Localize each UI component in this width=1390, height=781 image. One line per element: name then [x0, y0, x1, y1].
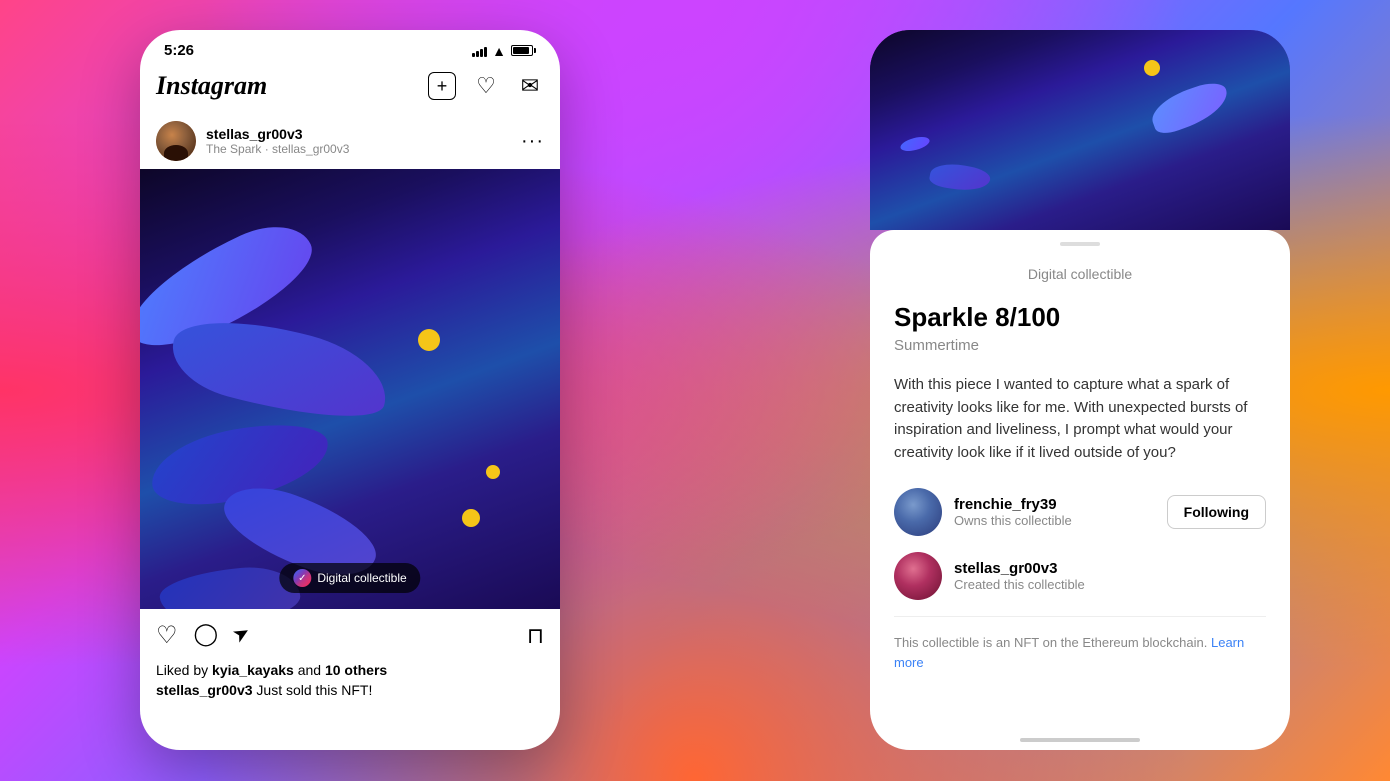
owner-avatar[interactable]: [894, 488, 942, 536]
left-phone: 5:26 ▲ Instagram + ♡ ✉: [140, 30, 560, 750]
detail-sheet: Digital collectible Sparkle 8/100 Summer…: [870, 230, 1290, 750]
post-username[interactable]: stellas_gr00v3: [206, 126, 511, 142]
post-subtitle: The Spark · stellas_gr00v3: [206, 142, 511, 156]
status-time: 5:26: [164, 42, 194, 59]
post-more-button[interactable]: ···: [521, 130, 544, 153]
following-button[interactable]: Following: [1167, 495, 1266, 529]
instagram-logo: Instagram: [156, 71, 267, 101]
right-phone: Digital collectible Sparkle 8/100 Summer…: [870, 30, 1290, 750]
status-icons: ▲: [472, 43, 536, 59]
detail-yellow-dot: [1144, 60, 1160, 76]
creator-row: stellas_gr00v3 Created this collectible: [894, 552, 1266, 600]
creator-role: Created this collectible: [954, 577, 1266, 592]
signal-icon: [472, 45, 487, 57]
messenger-icon[interactable]: ✉: [516, 72, 544, 100]
likes-count[interactable]: 10 others: [325, 662, 387, 678]
owner-info: frenchie_fry39 Owns this collectible: [954, 496, 1155, 528]
post-caption: Liked by kyia_kayaks and 10 others stell…: [140, 662, 560, 714]
signal-bar-3: [480, 49, 483, 57]
owner-role: Owns this collectible: [954, 513, 1155, 528]
sheet-handle: [1060, 242, 1100, 246]
instagram-header: Instagram + ♡ ✉: [140, 63, 560, 113]
caption-text: stellas_gr00v3 Just sold this NFT!: [156, 682, 544, 698]
creator-avatar[interactable]: [894, 552, 942, 600]
post-avatar[interactable]: [156, 121, 196, 161]
post-header: stellas_gr00v3 The Spark · stellas_gr00v…: [140, 113, 560, 169]
owner-username[interactable]: frenchie_fry39: [954, 496, 1155, 513]
badge-label: Digital collectible: [317, 571, 406, 585]
post-actions: ♡ ◯ ➤ ⊓: [140, 609, 560, 662]
home-indicator: [1020, 738, 1140, 742]
add-post-icon[interactable]: +: [428, 72, 456, 100]
post-image: ✓ Digital collectible: [140, 169, 560, 609]
notifications-icon[interactable]: ♡: [472, 72, 500, 100]
sheet-title: Digital collectible: [894, 266, 1266, 282]
owner-row: frenchie_fry39 Owns this collectible Fol…: [894, 488, 1266, 536]
likes-text: Liked by kyia_kayaks and 10 others: [156, 662, 544, 678]
status-bar: 5:26 ▲: [140, 30, 560, 63]
post-user-info: stellas_gr00v3 The Spark · stellas_gr00v…: [206, 126, 511, 156]
like-button[interactable]: ♡: [156, 621, 178, 650]
badge-check-icon: ✓: [293, 569, 311, 587]
nft-description: With this piece I wanted to capture what…: [894, 374, 1266, 464]
detail-image-bg: [870, 30, 1290, 230]
signal-bar-4: [484, 47, 487, 57]
liked-by-user[interactable]: kyia_kayaks: [212, 662, 294, 678]
yellow-dot-1: [418, 329, 440, 351]
creator-info: stellas_gr00v3 Created this collectible: [954, 560, 1266, 592]
comment-button[interactable]: ◯: [194, 621, 219, 650]
signal-bar-2: [476, 51, 479, 57]
creator-username[interactable]: stellas_gr00v3: [954, 560, 1266, 577]
divider: [894, 616, 1266, 617]
nft-title: Sparkle 8/100: [894, 302, 1266, 333]
nft-subtitle: Summertime: [894, 337, 1266, 354]
wifi-icon: ▲: [492, 43, 506, 59]
save-button[interactable]: ⊓: [527, 623, 544, 649]
signal-bar-1: [472, 53, 475, 57]
header-icons: + ♡ ✉: [428, 72, 544, 100]
yellow-dot-2: [462, 509, 480, 527]
battery-icon: [511, 45, 536, 56]
blockchain-text: This collectible is an NFT on the Ethere…: [894, 633, 1266, 672]
digital-collectible-badge[interactable]: ✓ Digital collectible: [279, 563, 420, 593]
post-actions-left: ♡ ◯ ➤: [156, 621, 251, 650]
caption-username[interactable]: stellas_gr00v3: [156, 682, 253, 698]
share-button[interactable]: ➤: [228, 619, 257, 652]
